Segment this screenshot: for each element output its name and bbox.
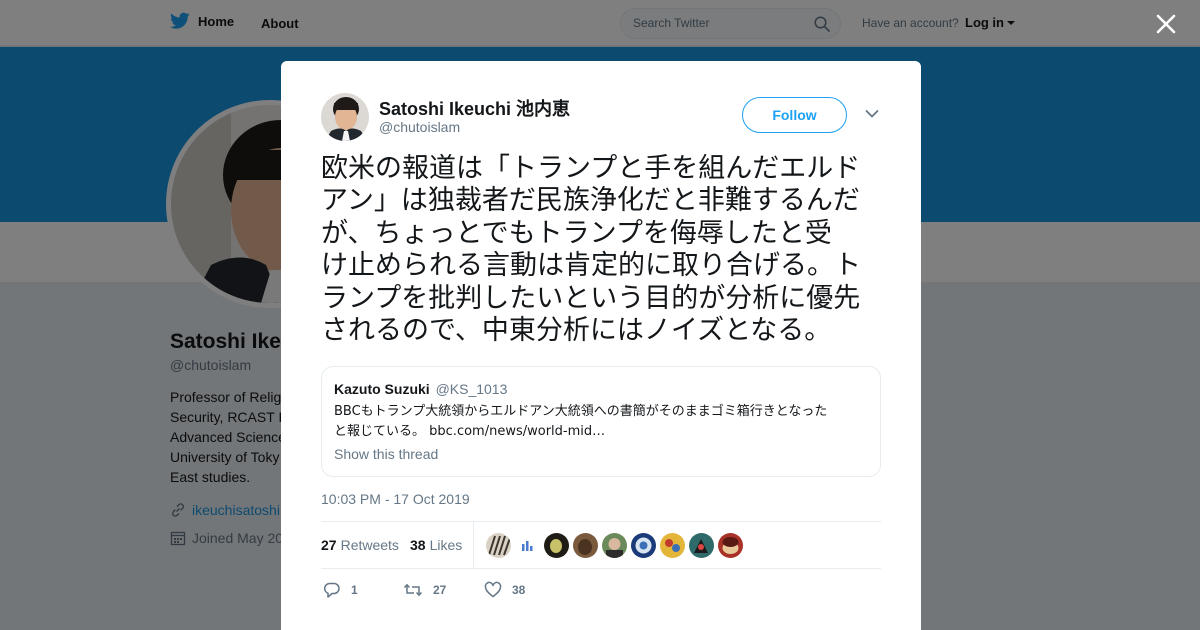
- quoted-text-line-2: と報じている。: [334, 424, 426, 439]
- tweet-text-line: アン」は独裁者だ民族浄化だと非難するんだ: [321, 185, 860, 217]
- tweet-timestamp[interactable]: 10:03 PM - 17 Oct 2019: [321, 491, 470, 507]
- like-action[interactable]: 38: [484, 581, 525, 599]
- liker-avatar[interactable]: [486, 533, 511, 558]
- tweet-stats: 27 Retweets 38 Likes: [321, 521, 881, 569]
- chevron-down-icon[interactable]: [865, 109, 879, 119]
- quoted-link[interactable]: bbc.com/news/world-mid…: [429, 424, 605, 439]
- liker-avatar[interactable]: [602, 533, 627, 558]
- liker-avatar[interactable]: [718, 533, 743, 558]
- show-thread-link[interactable]: Show this thread: [334, 446, 438, 462]
- likes-count: 38: [410, 537, 426, 553]
- retweet-action[interactable]: 27: [403, 581, 446, 599]
- quoted-text: BBCもトランプ大統領からエルドアン大統領への書簡がそのままゴミ箱行きとなった …: [334, 402, 870, 442]
- liker-avatar[interactable]: [631, 533, 656, 558]
- quoted-author-handle: @KS_1013: [435, 381, 508, 397]
- quoted-author-name: Kazuto Suzuki: [334, 381, 430, 397]
- reply-action[interactable]: 1: [323, 581, 358, 599]
- tweet-actions: 1 27 38: [321, 581, 881, 601]
- retweets-stat[interactable]: 27 Retweets: [321, 537, 399, 553]
- author-avatar[interactable]: [321, 93, 369, 141]
- stats-divider: [473, 522, 474, 569]
- quoted-tweet[interactable]: Kazuto Suzuki @KS_1013 BBCもトランプ大統領からエルドア…: [321, 366, 881, 477]
- tweet-text-line: されるので、中東分析にはノイズとなる。: [321, 315, 832, 347]
- author-photo: [321, 93, 369, 141]
- liker-avatar[interactable]: [660, 533, 685, 558]
- heart-icon: [484, 581, 502, 598]
- reply-count: 1: [351, 583, 358, 597]
- author-name[interactable]: Satoshi Ikeuchi 池内恵: [379, 95, 570, 121]
- tweet-text-line: け止められる言動は肯定的に取り合げる。ト: [321, 250, 861, 282]
- retweets-count: 27: [321, 537, 337, 553]
- quoted-text-line: BBCもトランプ大統領からエルドアン大統領への書簡がそのままゴミ箱行きとなった: [334, 404, 828, 419]
- close-icon[interactable]: [1154, 12, 1178, 36]
- author-handle[interactable]: @chutoislam: [379, 119, 460, 135]
- retweets-label: Retweets: [340, 537, 399, 553]
- likes-label: Likes: [429, 537, 463, 553]
- retweet-count: 27: [433, 583, 447, 597]
- tweet-text-line: 欧米の報道は「トランプと手を組んだエルド: [321, 153, 861, 184]
- like-count: 38: [512, 583, 526, 597]
- tweet-modal: Satoshi Ikeuchi 池内恵 @chutoislam Follow 欧…: [281, 61, 921, 630]
- liker-avatar[interactable]: [689, 533, 714, 558]
- liker-avatar[interactable]: [573, 533, 598, 558]
- reply-icon: [323, 582, 340, 598]
- likes-stat[interactable]: 38 Likes: [410, 537, 462, 553]
- quoted-text-line: と報じている。 bbc.com/news/world-mid…: [334, 422, 870, 442]
- tweet-text-line: ランプを批判したいという目的が分析に優先: [321, 282, 861, 314]
- liker-avatar[interactable]: [544, 533, 569, 558]
- quoted-author: Kazuto Suzuki @KS_1013: [334, 381, 507, 397]
- follow-button[interactable]: Follow: [742, 97, 847, 133]
- liker-avatar[interactable]: [515, 533, 540, 558]
- retweet-icon: [403, 583, 423, 597]
- tweet-text: 欧米の報道は「トランプと手を組んだエルド アン」は独裁者だ民族浄化だと非難するん…: [321, 153, 887, 347]
- tweet-text-line: が、ちょっとでもトランプを侮辱したと受: [321, 217, 832, 249]
